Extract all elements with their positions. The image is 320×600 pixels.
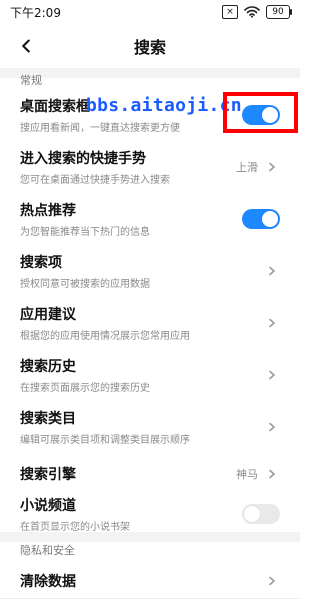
chevron-right-icon — [264, 159, 280, 175]
chevron-right-icon — [264, 466, 280, 482]
setting-row-app-suggestions[interactable]: 应用建议 根据您的应用使用情况展示您常用应用 — [0, 300, 300, 346]
top-header: 搜索 — [0, 24, 300, 68]
chevron-right-icon — [264, 315, 280, 331]
row-text: 热点推荐 为您智能推荐当下热门的信息 — [20, 200, 150, 238]
row-text: 搜索类目 编辑可展示类目项和调整类目展示顺序 — [20, 408, 190, 446]
toggle-hot-recommendation[interactable] — [242, 209, 280, 229]
battery-level: 90 — [272, 6, 284, 17]
chevron-right-icon — [264, 367, 280, 383]
back-chevron-icon — [22, 39, 30, 53]
chevron-right-icon — [264, 419, 280, 435]
toggle-knob — [244, 506, 260, 522]
toggle-knob — [262, 211, 278, 227]
section-divider — [0, 532, 300, 542]
setting-row-novel-channel[interactable]: 小说频道 在首页显示您的小说书架 — [0, 492, 300, 536]
row-subtitle: 为您智能推荐当下热门的信息 — [20, 227, 150, 238]
row-title: 进入搜索的快捷手势 — [20, 151, 146, 167]
setting-row-clear-data[interactable]: 清除数据 — [0, 564, 300, 598]
row-text: 搜索历史 在搜索页面展示您的搜索历史 — [20, 356, 150, 394]
row-title: 搜索历史 — [20, 359, 76, 375]
status-bar: 下午2:09 × 90 — [0, 0, 300, 24]
row-right: 神马 — [236, 466, 280, 482]
row-title: 清除数据 — [20, 574, 76, 590]
toggle-novel-channel[interactable] — [242, 504, 280, 524]
row-text: 应用建议 根据您的应用使用情况展示您常用应用 — [20, 304, 190, 342]
setting-row-search-history[interactable]: 搜索历史 在搜索页面展示您的搜索历史 — [0, 352, 300, 398]
back-button[interactable] — [14, 34, 38, 58]
row-text: 搜索项 授权同意可被搜索的应用数据 — [20, 252, 150, 290]
bottom-divider — [0, 598, 300, 599]
row-title: 小说频道 — [20, 498, 76, 514]
sim-x-icon: × — [222, 5, 238, 19]
section-divider — [0, 68, 300, 78]
row-title: 搜索引擎 — [20, 467, 76, 483]
status-time: 下午2:09 — [10, 5, 61, 20]
row-text: 清除数据 — [20, 571, 76, 591]
highlight-annotation-box — [223, 92, 298, 133]
setting-row-search-items[interactable]: 搜索项 授权同意可被搜索的应用数据 — [0, 248, 300, 294]
row-text: 搜索引擎 — [20, 464, 76, 484]
setting-row-hot-recommendation[interactable]: 热点推荐 为您智能推荐当下热门的信息 — [0, 196, 300, 242]
row-value: 上滑 — [236, 161, 258, 174]
watermark-text: bbs.aitaoji.cn — [86, 95, 242, 116]
status-icons: × 90 — [222, 5, 292, 19]
row-text: 小说频道 在首页显示您的小说书架 — [20, 495, 130, 533]
row-subtitle: 编辑可展示类目项和调整类目展示顺序 — [20, 435, 190, 446]
wifi-icon — [244, 6, 260, 18]
row-title: 搜索类目 — [20, 411, 76, 427]
row-subtitle: 在搜索页面展示您的搜索历史 — [20, 383, 150, 394]
row-subtitle: 搜应用看新闻，一键直达搜索更方便 — [20, 123, 180, 134]
chevron-right-icon — [264, 573, 280, 589]
row-title: 应用建议 — [20, 307, 76, 323]
chevron-right-icon — [264, 263, 280, 279]
row-text: 进入搜索的快捷手势 您可在桌面通过快捷手势进入搜索 — [20, 148, 170, 186]
page-title: 搜索 — [133, 38, 166, 57]
row-subtitle: 在首页显示您的小说书架 — [20, 522, 130, 533]
section-label-general: 常规 — [20, 74, 42, 87]
setting-row-search-categories[interactable]: 搜索类目 编辑可展示类目项和调整类目展示顺序 — [0, 404, 300, 450]
row-subtitle: 您可在桌面通过快捷手势进入搜索 — [20, 175, 170, 186]
section-label-privacy: 隐私和安全 — [20, 544, 75, 557]
row-subtitle: 授权同意可被搜索的应用数据 — [20, 279, 150, 290]
row-value: 神马 — [236, 468, 258, 481]
setting-row-search-engine[interactable]: 搜索引擎 神马 — [0, 456, 300, 492]
battery-icon: 90 — [266, 5, 292, 19]
setting-row-search-gesture[interactable]: 进入搜索的快捷手势 您可在桌面通过快捷手势进入搜索 上滑 — [0, 144, 300, 190]
row-right: 上滑 — [236, 159, 280, 175]
row-title: 热点推荐 — [20, 203, 76, 219]
row-title: 搜索项 — [20, 255, 62, 271]
row-subtitle: 根据您的应用使用情况展示您常用应用 — [20, 331, 190, 342]
